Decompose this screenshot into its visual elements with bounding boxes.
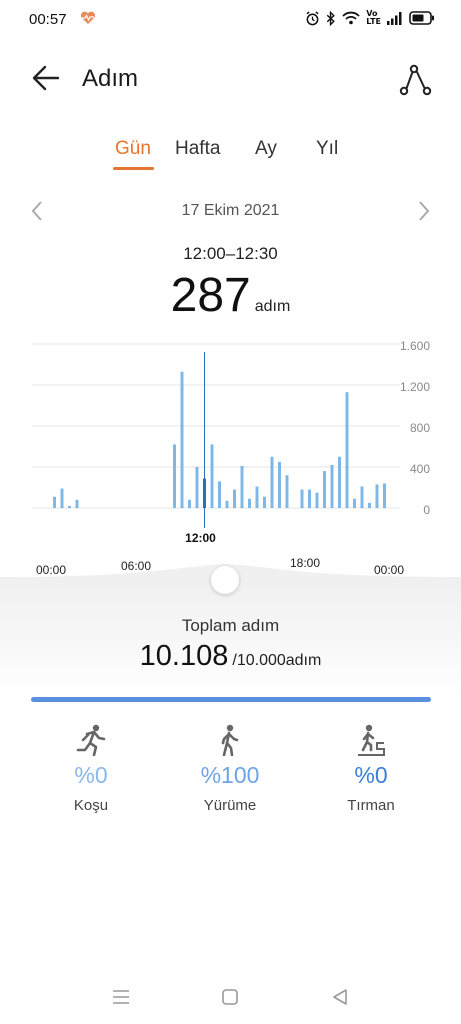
back-button[interactable]: [30, 61, 64, 95]
chart-bar: [345, 392, 349, 508]
chart-bar: [233, 489, 236, 508]
chart-scroll-handle[interactable]: [211, 566, 239, 594]
chart-bar: [375, 484, 379, 508]
active-tab-indicator: [113, 167, 154, 170]
next-day-button[interactable]: [417, 200, 431, 227]
chart-bar: [338, 456, 341, 508]
page-title: Adım: [82, 65, 139, 92]
y-tick-label: 400: [410, 462, 430, 476]
chart-bar: [353, 498, 356, 508]
chart-bar: [263, 496, 266, 508]
selected-steps: 287 adım: [0, 268, 461, 323]
walking-label: Yürüme: [203, 797, 257, 814]
steps-goal: /10.000adım: [232, 652, 322, 669]
bluetooth-icon: [326, 10, 336, 26]
back-nav-button[interactable]: [331, 988, 349, 1011]
total-steps-label: Toplam adım: [181, 616, 280, 635]
status-time: 00:57: [29, 11, 67, 28]
chart-bar: [315, 492, 319, 508]
chart-bar: [278, 461, 281, 508]
selected-steps-unit: adım: [254, 298, 291, 315]
x-tick-label: 00:00: [374, 563, 404, 577]
chart-bar: [240, 465, 244, 508]
chart-bar: [285, 475, 289, 508]
chart-bar: [173, 444, 176, 508]
system-nav-bar: [0, 974, 461, 1024]
tab-week[interactable]: Hafta: [175, 138, 220, 160]
total-steps: 10.108/10.000adım: [0, 640, 461, 673]
chart-bar: [270, 456, 274, 508]
wifi-icon: [342, 11, 360, 25]
chart-bar: [248, 498, 251, 508]
x-tick-label: 00:00: [36, 563, 66, 577]
activity-running: %0 Koşu: [31, 722, 151, 814]
chart-bar: [180, 371, 184, 508]
y-tick-label: 800: [410, 421, 430, 435]
battery-icon: [409, 11, 435, 25]
selected-x-label: 12:00: [185, 531, 216, 545]
climbing-icon: [311, 722, 431, 758]
home-button[interactable]: [221, 988, 239, 1011]
chart-bar: [225, 500, 229, 508]
chart-bar: [210, 444, 214, 508]
chart-bar: [330, 464, 334, 508]
arrow-left-icon: [32, 65, 60, 91]
y-tick-label: 1.600: [400, 339, 430, 353]
health-heart-icon: [80, 11, 96, 30]
y-tick-label: 0: [423, 503, 430, 517]
running-label: Koşu: [73, 797, 109, 814]
total-steps-value: 10.108: [139, 640, 229, 672]
chart-bar: [255, 486, 259, 508]
activity-walking: %100 Yürüme: [170, 722, 290, 814]
chart-bar: [68, 505, 71, 508]
activity-climbing: %0 Tırman: [311, 722, 431, 814]
status-bar: 00:57 Vo LTE: [0, 0, 461, 40]
menu-button[interactable]: [111, 988, 131, 1011]
volte-icon: Vo LTE: [366, 9, 381, 26]
goal-progress-fill: [31, 697, 431, 702]
steps-chart[interactable]: 0 400 800 1.200 1.600 12:00 00:00 06:00 18:00 00:…: [0, 330, 461, 580]
chart-bar: [300, 489, 304, 508]
alarm-icon: [305, 10, 320, 26]
tab-day[interactable]: Gün: [115, 138, 151, 160]
chart-bar: [188, 499, 191, 508]
chart-bar: [360, 486, 364, 508]
steps-chart-svg: 0 400 800 1.200 1.600 12:00 00:00 06:00 18:00 00:…: [0, 339, 461, 580]
walking-icon: [170, 722, 290, 758]
chevron-right-icon: [419, 201, 430, 221]
goal-progress-bar: [31, 697, 431, 702]
walking-percent: %100: [200, 762, 260, 788]
period-tabs: Gün Hafta Ay Yıl: [0, 136, 461, 176]
date-navigator: 17 Ekim 2021: [0, 196, 461, 226]
triangle-back-icon: [333, 989, 347, 1005]
selected-range: 12:00–12:30: [183, 244, 278, 263]
x-tick-label: 06:00: [121, 559, 151, 573]
chart-bar: [195, 467, 199, 508]
running-percent: %0: [74, 762, 108, 788]
selected-steps-value: 287: [170, 269, 251, 322]
climbing-percent: %0: [354, 762, 388, 788]
route-icon: [399, 64, 432, 96]
chart-bar: [53, 496, 56, 508]
y-tick-label: 1.200: [400, 380, 430, 394]
menu-icon: [113, 990, 129, 1004]
running-icon: [31, 722, 151, 758]
x-tick-label: 18:00: [290, 556, 320, 570]
chart-bar: [368, 502, 371, 508]
chart-bar: [383, 483, 386, 508]
chart-bar: [323, 471, 326, 508]
tab-year[interactable]: Yıl: [316, 138, 338, 160]
chart-bar: [308, 489, 311, 508]
climbing-label: Tırman: [347, 797, 395, 814]
chart-bar: [218, 481, 221, 508]
route-button[interactable]: [397, 61, 433, 97]
tab-month[interactable]: Ay: [255, 138, 277, 160]
date-label: 17 Ekim 2021: [181, 202, 280, 219]
chart-bar: [75, 499, 79, 508]
home-icon: [222, 989, 238, 1005]
chart-bar: [60, 488, 64, 508]
signal-icon: [387, 11, 403, 25]
app-header: Adım: [0, 55, 461, 105]
